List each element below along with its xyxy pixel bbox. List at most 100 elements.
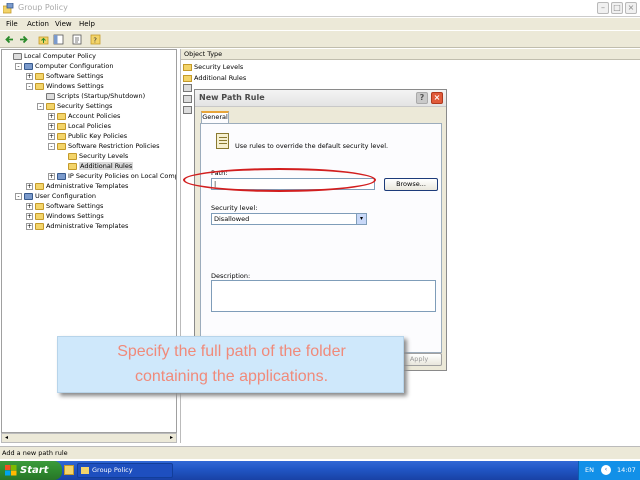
collapse-icon[interactable]: - [48,142,55,150]
tree-node[interactable]: + IP Security Policies on Local Computer [48,171,176,181]
folder-icon [183,74,192,82]
windows-flag-icon [5,465,17,476]
chevron-down-icon[interactable]: ▾ [356,214,366,224]
tree-node[interactable]: Additional Rules [59,161,134,171]
collapse-icon[interactable]: - [37,102,44,110]
quick-launch-folder-icon[interactable] [64,465,74,475]
expand-icon[interactable]: + [48,132,55,140]
tree-node-label: Administrative Templates [46,222,129,230]
tree-node-label: Account Policies [68,112,121,120]
folder-icon [35,72,44,80]
collapse-icon[interactable]: - [15,192,22,200]
show-hide-tree-icon[interactable] [53,34,64,45]
expand-icon[interactable]: + [48,122,55,130]
language-indicator[interactable]: EN [585,461,594,480]
dialog-title: New Path Rule [199,93,265,102]
security-level-select[interactable]: Disallowed ▾ [211,213,367,225]
menu-action[interactable]: Action [27,20,49,28]
tree-node[interactable]: + Software Settings [26,201,103,211]
folder-icon [57,112,66,120]
menu-view[interactable]: View [55,20,72,28]
tree-node[interactable]: - Software Restriction Policies [48,141,160,151]
tree-node-label: Software Restriction Policies [68,142,160,150]
tree-node[interactable]: Scripts (Startup/Shutdown) [37,91,145,101]
security-level-value: Disallowed [214,215,250,223]
menu-help[interactable]: Help [79,20,95,28]
help-icon[interactable]: ? [90,34,101,45]
column-header-object-type[interactable]: Object Type [181,49,640,60]
policy-document-icon [216,133,229,149]
collapse-icon[interactable]: - [26,82,33,90]
minimize-button[interactable]: – [597,2,609,14]
collapse-icon[interactable]: - [15,62,22,70]
menubar: File Action View Help [0,18,640,30]
tree-node[interactable]: + Public Key Policies [48,131,127,141]
document-icon [46,92,55,100]
tree-node[interactable]: + Local Policies [48,121,111,131]
folder-icon [35,82,44,90]
path-highlight-ellipse [183,168,376,192]
close-window-button[interactable]: × [625,2,637,14]
description-textarea[interactable] [211,280,436,312]
expand-icon[interactable]: + [48,112,55,120]
folder-icon [57,142,66,150]
expand-icon[interactable]: + [26,222,33,230]
menu-file[interactable]: File [6,20,18,28]
tab-general[interactable]: General [201,111,229,123]
rule-icon [183,95,192,103]
list-item-additional-rules[interactable]: Additional Rules [183,73,246,83]
window-title: Group Policy [18,3,68,12]
tree-node-label: Public Key Policies [68,132,128,140]
tree-node-label: Computer Configuration [35,62,114,70]
expand-icon[interactable]: + [26,182,33,190]
tree-node-label: Local Computer Policy [24,52,96,60]
callout-line-2: containing the applications. [134,368,329,385]
tutorial-callout: Specify the full path of the folder cont… [57,336,404,393]
tree-node-label: User Configuration [35,192,96,200]
tree-node[interactable]: Security Levels [59,151,128,161]
tray-arrow-icon[interactable]: ‹ [601,465,611,475]
folder-icon [57,132,66,140]
properties-icon[interactable] [72,34,83,45]
taskbar-button-group-policy[interactable]: Group Policy [77,463,173,478]
tree-node-label: Security Settings [57,102,113,110]
expand-icon[interactable]: + [48,172,55,180]
tree-node[interactable]: + Windows Settings [26,211,104,221]
start-button[interactable]: Start [0,461,62,480]
list-item-label: Security Levels [194,63,244,71]
tree-node-label: Software Settings [46,202,104,210]
dialog-close-button[interactable]: × [431,92,443,104]
forward-icon[interactable] [18,34,29,45]
new-path-rule-dialog: New Path Rule ? × General Use rules to o… [194,89,447,371]
window-titlebar[interactable]: Group Policy – □ × [0,0,640,17]
tree-node[interactable]: - Security Settings [37,101,112,111]
maximize-button[interactable]: □ [611,2,623,14]
tree-horizontal-scrollbar[interactable]: ◂ ▸ [1,433,177,443]
up-folder-icon[interactable] [38,34,49,45]
tree-node[interactable]: + Software Settings [26,71,103,81]
expand-icon[interactable]: + [26,202,33,210]
folder-icon [68,162,77,170]
tree-node[interactable]: - Computer Configuration [15,61,113,71]
browse-button[interactable]: Browse... [384,178,438,191]
list-item-security-levels[interactable]: Security Levels [183,62,243,72]
taskbar-button-label: Group Policy [92,466,133,474]
scroll-left-icon[interactable]: ◂ [2,434,11,442]
dialog-titlebar[interactable]: New Path Rule ? × [195,90,446,107]
computer-icon [24,192,33,200]
expand-icon[interactable]: + [26,72,33,80]
tree-node[interactable]: + Administrative Templates [26,181,128,191]
description-label: Description: [211,272,251,280]
expand-icon[interactable]: + [26,212,33,220]
tree-node[interactable]: - User Configuration [15,191,96,201]
group-policy-icon [81,467,89,474]
tree-node[interactable]: + Account Policies [48,111,120,121]
folder-icon [183,63,192,71]
tree-node[interactable]: - Windows Settings [26,81,104,91]
back-icon[interactable] [4,34,15,45]
tree-node[interactable]: Local Computer Policy [4,51,96,61]
scroll-right-icon[interactable]: ▸ [167,434,176,442]
dialog-help-button[interactable]: ? [416,92,428,104]
computer-icon [24,62,33,70]
tree-node[interactable]: + Administrative Templates [26,221,128,231]
